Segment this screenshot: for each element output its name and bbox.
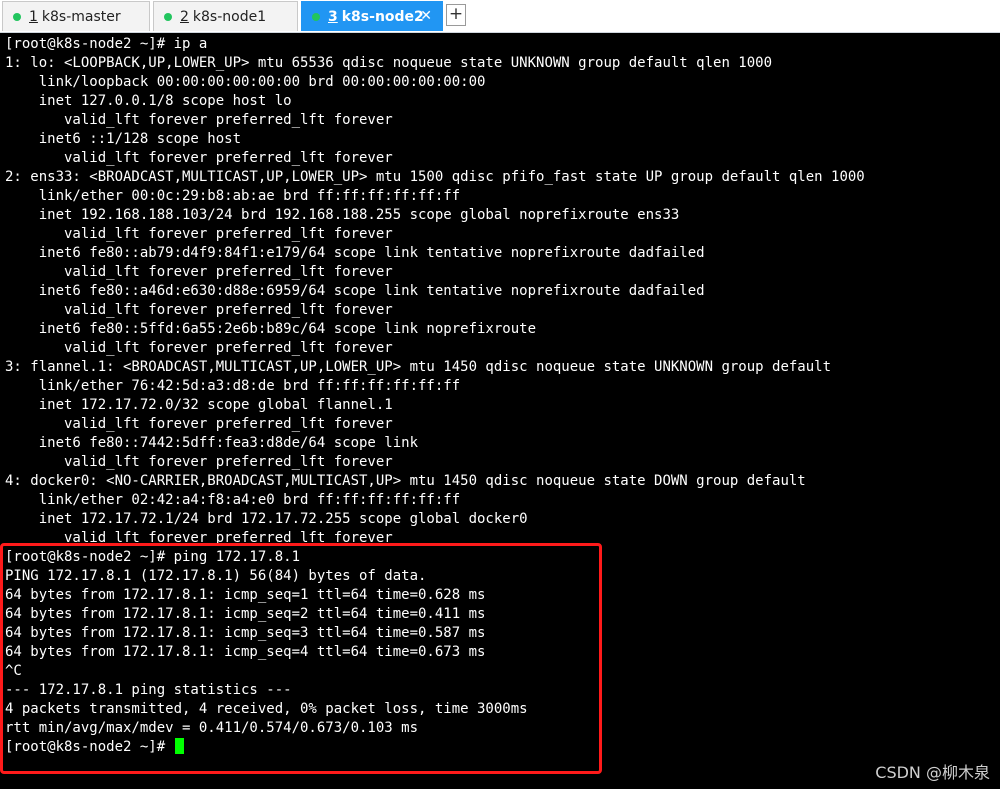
terminal-line: valid_lft forever preferred_lft forever: [5, 530, 393, 546]
tab-number: 3: [328, 8, 338, 25]
terminal-line: valid_lft forever preferred_lft forever: [5, 226, 393, 242]
terminal-line: inet6 fe80::5ffd:6a55:2e6b:b89c/64 scope…: [5, 321, 537, 337]
terminal-line: [root@k8s-node2 ~]# ping 172.17.8.1: [5, 549, 301, 565]
terminal-line: valid_lft forever preferred_lft forever: [5, 454, 393, 470]
terminal-line: valid_lft forever preferred_lft forever: [5, 416, 393, 432]
terminal-line: 1: lo: <LOOPBACK,UP,LOWER_UP> mtu 65536 …: [5, 55, 773, 71]
tab-k8s-node1[interactable]: 2 k8s-node1: [153, 1, 298, 31]
terminal-line: valid_lft forever preferred_lft forever: [5, 340, 393, 356]
terminal-line: link/ether 76:42:5d:a3:d8:de brd ff:ff:f…: [5, 378, 461, 394]
terminal-line: [root@k8s-node2 ~]# ip a: [5, 36, 208, 52]
connected-dot-icon: [312, 12, 320, 21]
terminal-line: inet 172.17.72.1/24 brd 172.17.72.255 sc…: [5, 511, 528, 527]
terminal-line: 3: flannel.1: <BROADCAST,MULTICAST,UP,LO…: [5, 359, 832, 375]
terminal-line: inet6 fe80::7442:5dff:fea3:d8de/64 scope…: [5, 435, 419, 451]
terminal-line: ^C: [5, 663, 22, 679]
terminal-line: 64 bytes from 172.17.8.1: icmp_seq=3 ttl…: [5, 625, 486, 641]
tab-label: k8s-node2: [341, 8, 424, 25]
terminal-line: inet6 fe80::a46d:e630:d88e:6959/64 scope…: [5, 283, 705, 299]
terminal-line: link/ether 00:0c:29:b8:ab:ae brd ff:ff:f…: [5, 188, 461, 204]
connected-dot-icon: [164, 12, 172, 21]
terminal-line: 2: ens33: <BROADCAST,MULTICAST,UP,LOWER_…: [5, 169, 865, 185]
tab-number: 1: [29, 8, 38, 25]
terminal-line: valid_lft forever preferred_lft forever: [5, 264, 393, 280]
terminal-line: 64 bytes from 172.17.8.1: icmp_seq=1 ttl…: [5, 587, 486, 603]
terminal-line: inet 127.0.0.1/8 scope host lo: [5, 93, 292, 109]
tab-k8s-node2[interactable]: 3 k8s-node2 ✕: [301, 1, 443, 31]
watermark: CSDN @柳木泉: [875, 763, 990, 782]
terminal-line: valid_lft forever preferred_lft forever: [5, 150, 393, 166]
close-icon[interactable]: ✕: [420, 8, 432, 24]
terminal-line: --- 172.17.8.1 ping statistics ---: [5, 682, 292, 698]
terminal-line: inet 172.17.72.0/32 scope global flannel…: [5, 397, 393, 413]
terminal-line: PING 172.17.8.1 (172.17.8.1) 56(84) byte…: [5, 568, 427, 584]
tab-label: k8s-master: [41, 8, 121, 25]
terminal-line: 4: docker0: <NO-CARRIER,BROADCAST,MULTIC…: [5, 473, 806, 489]
terminal-line: inet 192.168.188.103/24 brd 192.168.188.…: [5, 207, 680, 223]
terminal-line: inet6 ::1/128 scope host: [5, 131, 242, 147]
terminal-line: valid_lft forever preferred_lft forever: [5, 112, 393, 128]
shell-prompt: [root@k8s-node2 ~]#: [5, 739, 174, 755]
terminal-line: rtt min/avg/max/mdev = 0.411/0.574/0.673…: [5, 720, 419, 736]
connected-dot-icon: [13, 12, 21, 21]
terminal-line: inet6 fe80::ab79:d4f9:84f1:e179/64 scope…: [5, 245, 705, 261]
terminal-line: 4 packets transmitted, 4 received, 0% pa…: [5, 701, 528, 717]
terminal-line: 64 bytes from 172.17.8.1: icmp_seq=2 ttl…: [5, 606, 486, 622]
tab-label: k8s-node1: [192, 8, 267, 25]
tab-k8s-master[interactable]: 1 k8s-master: [2, 1, 150, 31]
terminal-output[interactable]: [root@k8s-node2 ~]# ip a 1: lo: <LOOPBACK…: [5, 35, 995, 757]
terminal-line: link/ether 02:42:a4:f8:a4:e0 brd ff:ff:f…: [5, 492, 461, 508]
tab-bar: 1 k8s-master 2 k8s-node1 3 k8s-node2 ✕ +: [0, 0, 1000, 33]
new-tab-button[interactable]: +: [446, 4, 466, 26]
terminal-line: 64 bytes from 172.17.8.1: icmp_seq=4 ttl…: [5, 644, 486, 660]
cursor: [174, 738, 184, 754]
terminal-line: valid_lft forever preferred_lft forever: [5, 302, 393, 318]
prompt-line[interactable]: [root@k8s-node2 ~]#: [5, 738, 995, 757]
terminal-line: link/loopback 00:00:00:00:00:00 brd 00:0…: [5, 74, 486, 90]
tab-number: 2: [180, 8, 189, 25]
